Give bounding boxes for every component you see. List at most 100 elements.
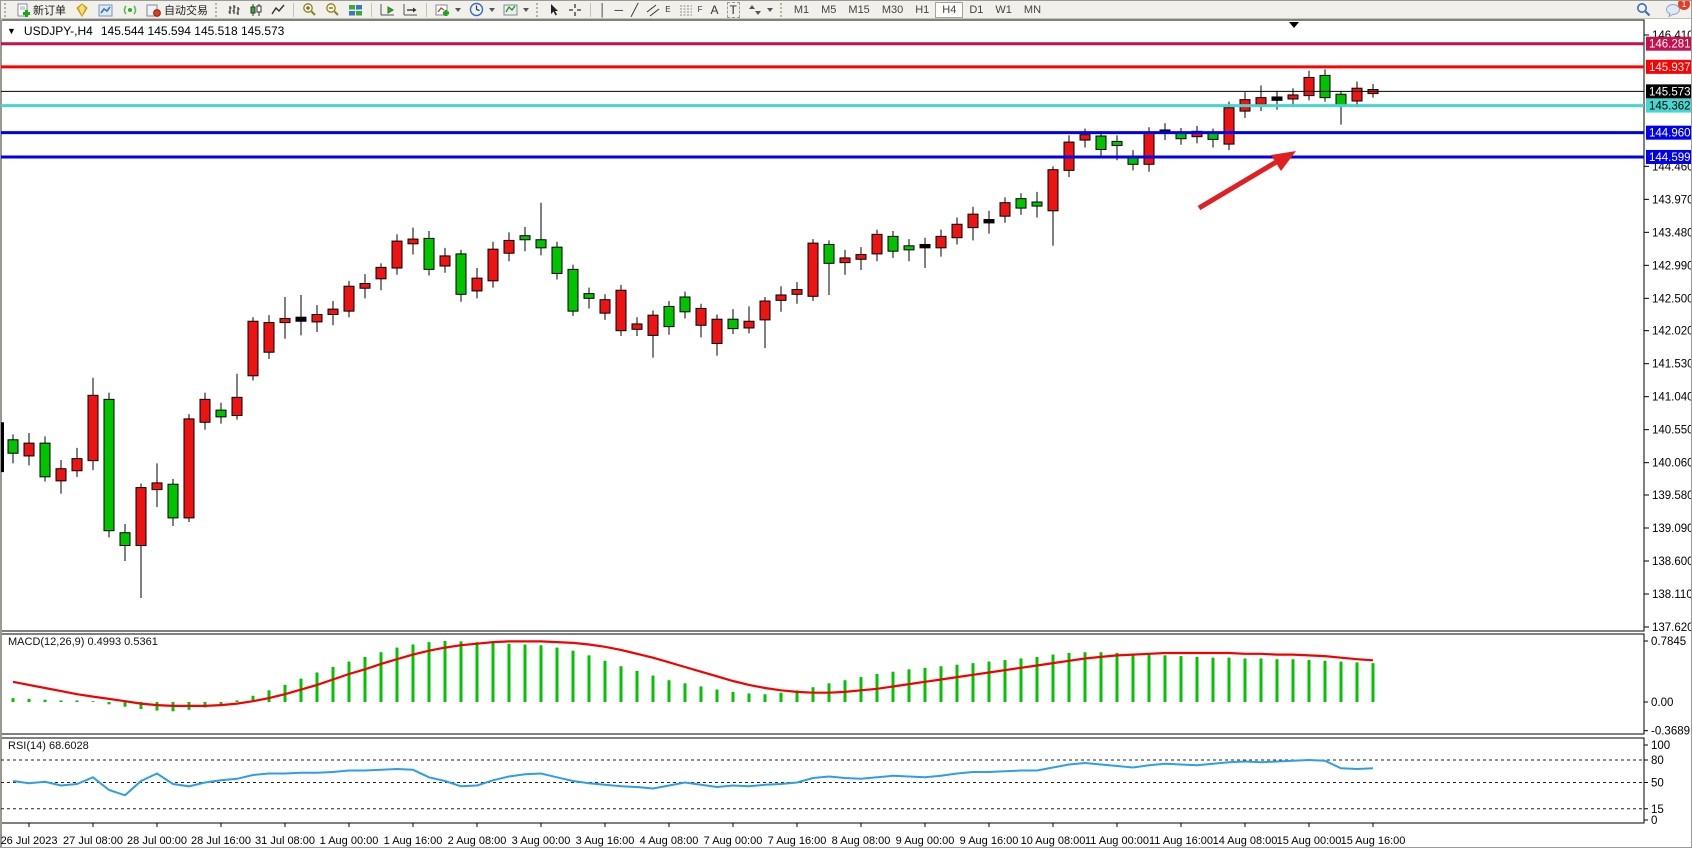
chevron-down-icon bbox=[523, 8, 529, 12]
toolbar-grip[interactable] bbox=[215, 3, 220, 17]
timeframe-button-m30[interactable]: M30 bbox=[876, 2, 909, 18]
toolbar-grip[interactable] bbox=[536, 3, 541, 17]
svg-text:14 Aug 08:00: 14 Aug 08:00 bbox=[1213, 835, 1278, 847]
line-chart-button[interactable] bbox=[267, 2, 289, 18]
mt4-window: 新订单 自动交易 bbox=[0, 0, 1692, 848]
svg-text:143.480: 143.480 bbox=[1652, 227, 1692, 239]
toolbar-grip[interactable] bbox=[780, 3, 785, 17]
svg-text:1 Aug 00:00: 1 Aug 00:00 bbox=[320, 835, 379, 847]
toolbar-grip[interactable] bbox=[4, 3, 9, 17]
indicators-icon bbox=[435, 3, 450, 17]
svg-text:28 Jul 00:00: 28 Jul 00:00 bbox=[127, 835, 187, 847]
timeframe-button-h1[interactable]: H1 bbox=[909, 2, 935, 18]
svg-text:15 Aug 16:00: 15 Aug 16:00 bbox=[1341, 835, 1406, 847]
svg-text:145.362: 145.362 bbox=[1649, 101, 1691, 113]
cursor-icon bbox=[548, 3, 560, 17]
svg-text:140.060: 140.060 bbox=[1652, 458, 1692, 470]
bar-chart-button[interactable] bbox=[223, 2, 245, 18]
chart-title: ▼ USDJPY-,H4 145.544 145.594 145.518 145… bbox=[7, 24, 284, 38]
timeframe-button-w1[interactable]: W1 bbox=[989, 2, 1018, 18]
text-label-button[interactable]: T bbox=[723, 2, 744, 18]
autotrading-icon bbox=[146, 3, 161, 17]
svg-text:142.020: 142.020 bbox=[1652, 326, 1692, 338]
notifications-button[interactable]: 1 bbox=[1661, 2, 1685, 18]
timeframe-button-d1[interactable]: D1 bbox=[963, 2, 989, 18]
svg-text:138.600: 138.600 bbox=[1652, 556, 1692, 568]
horizontal-line-button[interactable]: ─ bbox=[611, 2, 628, 18]
svg-text:142.990: 142.990 bbox=[1652, 260, 1692, 272]
svg-text:144.960: 144.960 bbox=[1649, 128, 1691, 140]
svg-text:100: 100 bbox=[1651, 740, 1670, 752]
svg-text:0: 0 bbox=[1651, 815, 1657, 827]
svg-text:7 Aug 16:00: 7 Aug 16:00 bbox=[768, 835, 827, 847]
timeframe-toolbar: M1M5M15M30H1H4D1W1MN bbox=[788, 2, 1047, 18]
text-button[interactable]: A bbox=[706, 2, 722, 18]
search-button[interactable] bbox=[1632, 2, 1655, 18]
svg-text:-0.3689: -0.3689 bbox=[1651, 726, 1690, 738]
zoom-in-button[interactable] bbox=[298, 2, 321, 18]
svg-text:143.970: 143.970 bbox=[1652, 194, 1692, 206]
timeframe-button-h4[interactable]: H4 bbox=[935, 2, 963, 18]
crosshair-icon bbox=[568, 3, 582, 17]
arrows-button[interactable] bbox=[744, 2, 777, 18]
bar-chart-icon bbox=[227, 3, 241, 17]
trendline-icon: ╱ bbox=[631, 3, 638, 17]
cursor-button[interactable] bbox=[544, 2, 564, 18]
vertical-line-button[interactable]: │ bbox=[595, 2, 611, 18]
svg-text:15 Aug 00:00: 15 Aug 00:00 bbox=[1277, 835, 1342, 847]
svg-text:139.090: 139.090 bbox=[1652, 523, 1692, 535]
svg-text:146.281: 146.281 bbox=[1649, 39, 1691, 51]
profile-button[interactable] bbox=[94, 2, 118, 18]
ohlc-values: 145.544 145.594 145.518 145.573 bbox=[101, 24, 285, 38]
tile-windows-button[interactable] bbox=[344, 2, 367, 18]
market-button[interactable] bbox=[70, 2, 94, 18]
periods-clock-icon bbox=[469, 2, 484, 17]
zoom-out-button[interactable] bbox=[321, 2, 344, 18]
main-toolbar: 新订单 自动交易 bbox=[1, 1, 1692, 19]
svg-text:0.7845: 0.7845 bbox=[1651, 636, 1686, 648]
new-order-button[interactable]: 新订单 bbox=[12, 2, 70, 18]
svg-text:31 Jul 08:00: 31 Jul 08:00 bbox=[255, 835, 315, 847]
chevron-down-icon bbox=[767, 8, 773, 12]
zoom-out-icon bbox=[325, 2, 340, 17]
svg-text:144.599: 144.599 bbox=[1649, 152, 1691, 164]
signals-button[interactable] bbox=[118, 2, 142, 18]
svg-text:28 Jul 16:00: 28 Jul 16:00 bbox=[191, 835, 251, 847]
auto-scroll-button[interactable] bbox=[376, 2, 399, 18]
svg-text:140.550: 140.550 bbox=[1652, 425, 1692, 437]
candlestick-button[interactable] bbox=[245, 2, 267, 18]
svg-text:9 Aug 00:00: 9 Aug 00:00 bbox=[896, 835, 955, 847]
autotrading-button[interactable]: 自动交易 bbox=[142, 2, 212, 18]
svg-text:138.110: 138.110 bbox=[1652, 589, 1692, 601]
periods-button[interactable] bbox=[465, 2, 499, 18]
trendline-button[interactable]: ╱ bbox=[627, 2, 642, 18]
svg-text:142.500: 142.500 bbox=[1652, 293, 1692, 305]
line-chart-icon bbox=[271, 3, 285, 17]
symbol-dropdown-icon[interactable]: ▼ bbox=[7, 26, 16, 36]
text-label-icon: T bbox=[727, 2, 740, 18]
svg-text:1 Aug 16:00: 1 Aug 16:00 bbox=[384, 835, 443, 847]
svg-text:2 Aug 08:00: 2 Aug 08:00 bbox=[448, 835, 507, 847]
new-order-icon bbox=[16, 3, 30, 17]
chart-shift-button[interactable] bbox=[399, 2, 422, 18]
chart-canvas[interactable]: 146.410144.460143.970143.480142.990142.5… bbox=[1, 19, 1692, 848]
timeframe-button-m1[interactable]: M1 bbox=[788, 2, 815, 18]
templates-button[interactable] bbox=[499, 2, 533, 18]
indicators-button[interactable] bbox=[431, 2, 465, 18]
timeframe-button-mn[interactable]: MN bbox=[1018, 2, 1047, 18]
chevron-down-icon bbox=[455, 8, 461, 12]
svg-text:3 Aug 16:00: 3 Aug 16:00 bbox=[576, 835, 635, 847]
svg-text:26 Jul 2023: 26 Jul 2023 bbox=[1, 835, 57, 847]
timeframe-button-m15[interactable]: M15 bbox=[842, 2, 875, 18]
crosshair-button[interactable] bbox=[564, 2, 586, 18]
svg-text:137.620: 137.620 bbox=[1652, 622, 1692, 634]
channel-button[interactable]: E bbox=[642, 2, 674, 18]
svg-text:3 Aug 00:00: 3 Aug 00:00 bbox=[512, 835, 571, 847]
fibonacci-button[interactable]: F bbox=[675, 2, 707, 18]
arrows-icon bbox=[748, 3, 762, 17]
chart-window[interactable]: ▼ USDJPY-,H4 145.544 145.594 145.518 145… bbox=[1, 19, 1692, 848]
svg-text:10 Aug 08:00: 10 Aug 08:00 bbox=[1021, 835, 1086, 847]
svg-text:0.00: 0.00 bbox=[1651, 697, 1673, 709]
timeframe-button-m5[interactable]: M5 bbox=[815, 2, 842, 18]
templates-icon bbox=[503, 3, 518, 17]
